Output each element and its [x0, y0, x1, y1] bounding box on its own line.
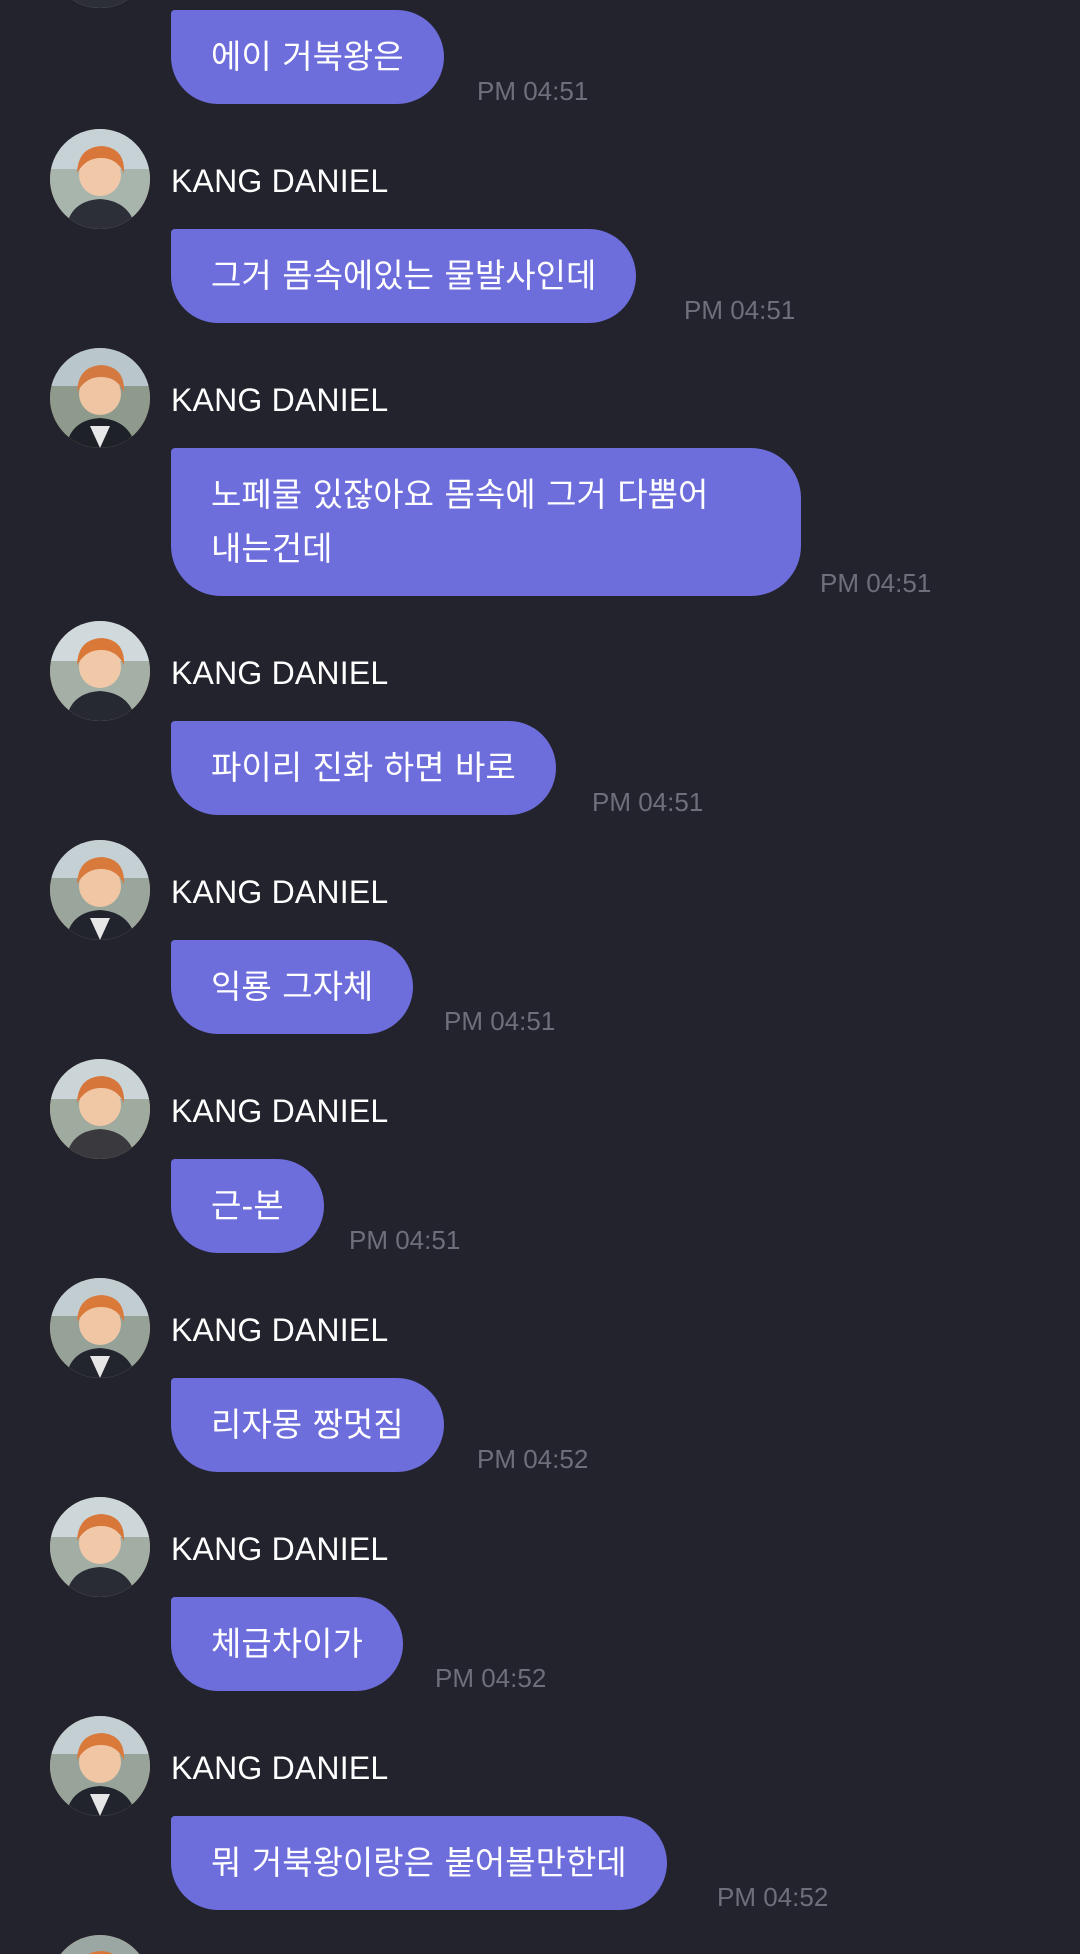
message-bubble[interactable]: 근-본 — [171, 1159, 324, 1253]
message-bubble[interactable]: 그거 몸속에있는 물발사인데 — [171, 229, 637, 323]
message-text: 내는건데 — [211, 529, 333, 568]
avatar[interactable] — [50, 1059, 150, 1159]
avatar[interactable] — [50, 1716, 150, 1816]
message-text: 리자몽 짱멋짐 — [211, 1405, 404, 1444]
message-time: PM 04:51 — [820, 568, 932, 598]
message-bubble[interactable]: 리자몽 짱멋짐 — [171, 1378, 444, 1472]
avatar[interactable] — [50, 348, 150, 448]
message-time: PM 04:51 — [684, 295, 796, 325]
avatar[interactable] — [50, 129, 150, 229]
avatar[interactable] — [50, 0, 150, 8]
avatar[interactable] — [50, 1278, 150, 1378]
avatar[interactable] — [50, 621, 150, 721]
message-text: 익룡 그자체 — [211, 967, 374, 1006]
sender-name: KANG DANIEL — [171, 382, 389, 418]
message-bubble[interactable]: 노페물 있잖아요 몸속에 그거 다뿜어 내는건데 — [171, 448, 801, 596]
sender-name: KANG DANIEL — [171, 874, 389, 910]
message-time: PM 04:52 — [435, 1663, 547, 1693]
message-time: PM 04:52 — [717, 1882, 829, 1912]
message-text: 노페물 있잖아요 몸속에 그거 다뿜어 — [211, 475, 709, 514]
sender-name: KANG DANIEL — [171, 655, 389, 691]
message-bubble[interactable]: 에이 거북왕은 — [171, 10, 444, 104]
message-text: 파이리 진화 하면 바로 — [211, 748, 516, 787]
sender-name: KANG DANIEL — [171, 1312, 389, 1348]
sender-name: KANG DANIEL — [171, 1531, 389, 1567]
message-bubble[interactable]: 뭐 거북왕이랑은 붙어볼만한데 — [171, 1816, 667, 1910]
message-text: 뭐 거북왕이랑은 붙어볼만한데 — [211, 1843, 627, 1882]
chat-message-list[interactable]: 에이 거북왕은 PM 04:51 KANG DANIEL 그거 몸속에있는 물발… — [0, 0, 1080, 1954]
message-bubble[interactable]: 익룡 그자체 — [171, 940, 414, 1034]
message-text: 에이 거북왕은 — [211, 37, 404, 76]
message-time: PM 04:51 — [592, 787, 704, 817]
message-text: 그거 몸속에있는 물발사인데 — [211, 256, 597, 295]
message-text: 체급차이가 — [211, 1624, 363, 1663]
avatar[interactable] — [50, 1935, 150, 1954]
avatar[interactable] — [50, 840, 150, 940]
sender-name: KANG DANIEL — [171, 1750, 389, 1786]
message-text: 근-본 — [211, 1186, 284, 1225]
message-time: PM 04:51 — [477, 76, 589, 106]
sender-name: KANG DANIEL — [171, 1093, 389, 1129]
message-time: PM 04:51 — [349, 1225, 461, 1255]
message-bubble[interactable]: 파이리 진화 하면 바로 — [171, 721, 556, 815]
avatar[interactable] — [50, 1497, 150, 1597]
message-time: PM 04:52 — [477, 1444, 589, 1474]
message-bubble[interactable]: 체급차이가 — [171, 1597, 403, 1691]
sender-name: KANG DANIEL — [171, 163, 389, 199]
message-time: PM 04:51 — [444, 1006, 556, 1036]
